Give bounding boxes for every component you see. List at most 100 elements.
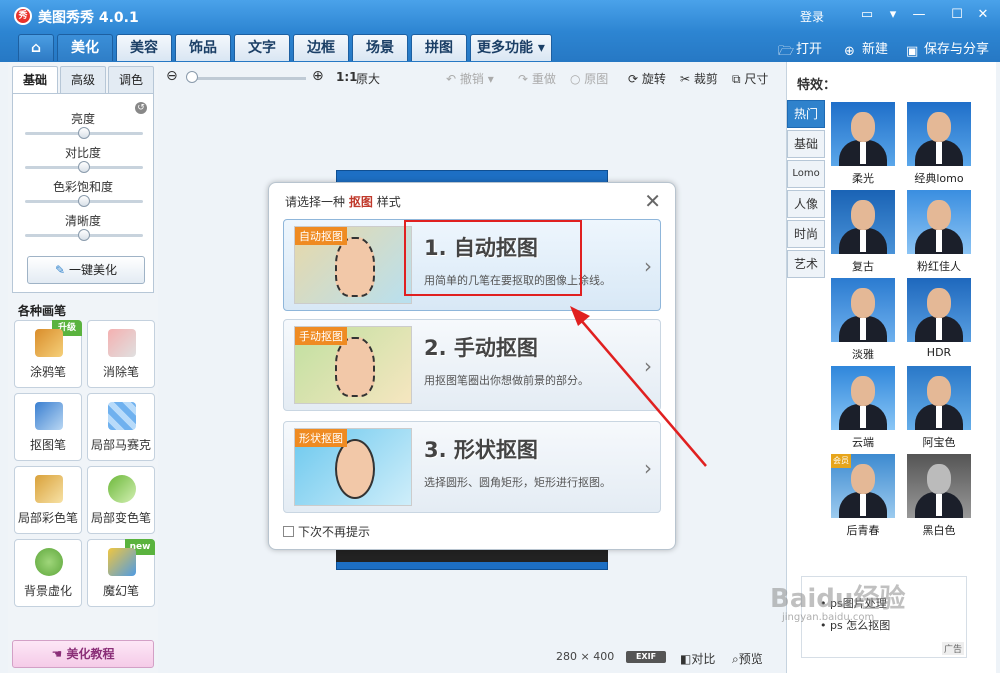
left-panel: 基础 高级 调色 ↺ 亮度 对比度 色彩饱和度 清晰度 ✎ 一键美化 各种画笔 …: [8, 62, 158, 673]
image-size: 280 × 400: [556, 650, 615, 663]
exif-button[interactable]: EXIF: [626, 651, 666, 663]
minimize-icon[interactable]: —: [910, 6, 928, 24]
effect-thumbnail[interactable]: HDR: [907, 278, 971, 362]
home-tab[interactable]: ⌂: [18, 34, 54, 61]
effect-thumbnail[interactable]: 柔光: [831, 102, 895, 186]
main-tab-bar: ⌂ 美化 美容 饰品 文字 边框 场景 拼图 更多功能 ▾ 🗁 打开 ⊕ 新建 ▣ 保…: [0, 32, 1000, 62]
save-icon: ▣: [906, 44, 919, 59]
tab-accessories[interactable]: 饰品: [175, 34, 231, 61]
slider-knob[interactable]: [78, 161, 90, 173]
zoom-slider[interactable]: [188, 77, 306, 80]
effect-thumbnail[interactable]: 粉红佳人: [907, 190, 971, 274]
dont-show-again-checkbox[interactable]: 下次不再提示: [283, 523, 370, 540]
sharpness-slider[interactable]: [25, 229, 143, 241]
cutout-brush-tool[interactable]: 抠图笔: [14, 393, 82, 461]
slider-knob[interactable]: [78, 127, 90, 139]
rotate-button[interactable]: ⟳ 旋转: [628, 70, 666, 87]
contrast-slider[interactable]: [25, 161, 143, 173]
subtab-color[interactable]: 调色: [108, 66, 154, 94]
subtab-basic[interactable]: 基础: [12, 66, 58, 94]
background-blur-tool[interactable]: 背景虚化: [14, 539, 82, 607]
baidu-watermark: Baidu经验: [770, 584, 906, 614]
redo-button[interactable]: ↷ 重做: [518, 70, 556, 87]
effects-tab-art[interactable]: 艺术: [787, 250, 825, 278]
tab-more[interactable]: 更多功能 ▾: [470, 34, 552, 61]
tab-beauty[interactable]: 美容: [116, 34, 172, 61]
color-brush-icon: [35, 475, 63, 503]
tab-collage[interactable]: 拼图: [411, 34, 467, 61]
shape-cutout-thumbnail: 形状抠图: [294, 428, 412, 506]
slider-knob[interactable]: [78, 229, 90, 241]
app-logo-icon: 秀: [14, 7, 32, 25]
brushes-title: 各种画笔: [18, 304, 67, 318]
magic-wand-icon: ✎: [55, 263, 66, 277]
effects-tab-basic[interactable]: 基础: [787, 130, 825, 158]
zoom-slider-knob[interactable]: [186, 71, 198, 83]
brightness-label: 亮度: [70, 112, 95, 126]
sharpness-label: 清晰度: [64, 214, 101, 228]
effect-thumbnail[interactable]: 云端: [831, 366, 895, 450]
effect-thumbnail[interactable]: 淡雅: [831, 278, 895, 362]
highlight-box: [404, 220, 582, 296]
magic-brush-tool[interactable]: new 魔幻笔: [87, 539, 155, 607]
effects-tab-lomo[interactable]: Lomo: [787, 160, 825, 188]
highlight-arrow: [570, 306, 707, 467]
effects-tab-portrait[interactable]: 人像: [787, 190, 825, 218]
home-icon: ⌂: [30, 40, 42, 56]
zoom-out-icon[interactable]: ⊖: [166, 68, 178, 84]
menu-icon[interactable]: ▾: [884, 6, 902, 24]
one-key-beautify-button[interactable]: ✎ 一键美化: [27, 256, 145, 284]
saturation-slider[interactable]: [25, 195, 143, 207]
hand-icon: ☚: [51, 647, 63, 661]
mosaic-tool[interactable]: 局部马赛克: [87, 393, 155, 461]
original-image-button[interactable]: ○ 原图: [570, 70, 608, 87]
effect-thumbnail[interactable]: 复古: [831, 190, 895, 274]
effect-thumbnail[interactable]: 会员 后青春: [831, 454, 895, 538]
doodle-brush-tool[interactable]: 升级 涂鸦笔: [14, 320, 82, 388]
dialog-close-icon[interactable]: ✕: [644, 189, 661, 213]
compare-button[interactable]: ◧对比: [680, 650, 715, 667]
local-recolor-tool[interactable]: 局部变色笔: [87, 466, 155, 534]
new-button[interactable]: ⊕ 新建: [844, 38, 888, 59]
canvas-toolbar: ⊖ ⊕ 1:1 原大 ↶ 撤销 ▾ ↷ 重做 ○ 原图 ⟳ 旋转 ✂ 裁剪 ⧉ …: [164, 66, 784, 92]
auto-cutout-thumbnail: 自动抠图: [294, 226, 412, 304]
maximize-icon[interactable]: ☐: [948, 6, 966, 24]
crop-button[interactable]: ✂ 裁剪: [680, 70, 718, 87]
undo-button[interactable]: ↶ 撤销 ▾: [446, 70, 494, 87]
manual-cutout-thumbnail: 手动抠图: [294, 326, 412, 404]
saturation-label: 色彩饱和度: [52, 180, 113, 194]
eraser-icon: [108, 329, 136, 357]
resize-icon: ⧉: [732, 72, 741, 86]
original-size-button[interactable]: 原大: [356, 70, 380, 87]
adjust-panel: ↺ 亮度 对比度 色彩饱和度 清晰度 ✎ 一键美化: [12, 93, 154, 293]
blur-icon: [35, 548, 63, 576]
preview-button[interactable]: ⌕预览: [732, 650, 763, 667]
close-icon[interactable]: ✕: [974, 6, 992, 24]
title-bar: 秀 美图秀秀 4.0.1 登录 ▭ ▾ — ☐ ✕: [0, 0, 1000, 32]
open-button[interactable]: 🗁 打开: [778, 38, 822, 59]
beautify-tutorial-button[interactable]: ☚ 美化教程: [12, 640, 154, 668]
login-link[interactable]: 登录: [800, 8, 824, 25]
effect-thumbnail[interactable]: 阿宝色: [907, 366, 971, 450]
tab-scene[interactable]: 场景: [352, 34, 408, 61]
effect-thumbnail[interactable]: 经典lomo: [907, 102, 971, 186]
effects-tab-hot[interactable]: 热门: [787, 100, 825, 128]
eraser-tool[interactable]: 消除笔: [87, 320, 155, 388]
chevron-right-icon: ›: [644, 254, 652, 278]
zoom-in-icon[interactable]: ⊕: [312, 68, 324, 84]
effects-tab-fashion[interactable]: 时尚: [787, 220, 825, 248]
tab-border[interactable]: 边框: [293, 34, 349, 61]
tab-beautify[interactable]: 美化: [57, 34, 113, 61]
local-color-brush-tool[interactable]: 局部彩色笔: [14, 466, 82, 534]
ratio-label[interactable]: 1:1: [336, 70, 358, 84]
save-share-button[interactable]: ▣ 保存与分享: [906, 38, 989, 59]
subtab-advanced[interactable]: 高级: [60, 66, 106, 94]
effect-thumbnail[interactable]: 黑白色: [907, 454, 971, 538]
brightness-slider[interactable]: [25, 127, 143, 139]
slider-knob[interactable]: [78, 195, 90, 207]
feedback-icon[interactable]: ▭: [858, 6, 876, 24]
mosaic-icon: [108, 402, 136, 430]
tab-text[interactable]: 文字: [234, 34, 290, 61]
checkbox-icon: [283, 526, 294, 537]
resize-button[interactable]: ⧉ 尺寸: [732, 70, 768, 87]
